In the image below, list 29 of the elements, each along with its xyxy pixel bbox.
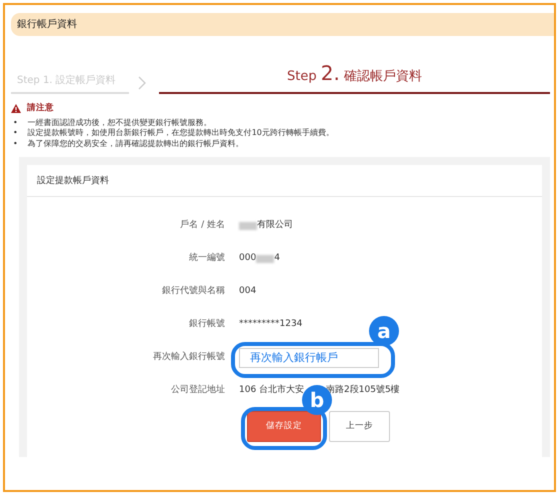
redaction: [256, 254, 274, 263]
card-title: 設定提款帳戶資料: [27, 164, 542, 198]
back-button[interactable]: 上一步: [329, 411, 390, 442]
page-title: 銀行帳戶資料: [11, 13, 554, 36]
field-label: 銀行代號與名稱: [161, 285, 226, 298]
redaction: [239, 222, 257, 230]
bullet: •: [13, 128, 18, 139]
save-button[interactable]: 儲存設定: [247, 411, 321, 442]
field-value: *********1234: [239, 318, 302, 332]
field-value: 有限公司: [257, 219, 293, 232]
field-value: 004: [239, 285, 256, 298]
warning-icon: [11, 104, 21, 113]
field-label: 公司登記地址: [170, 384, 226, 398]
field-label: 再次輸入銀行帳號: [152, 351, 226, 364]
field-value: 000: [239, 252, 256, 266]
notice-item: 一經書面認證成功後，恕不提供變更銀行帳號服務。: [28, 118, 212, 128]
chevron-icon: [137, 76, 147, 90]
bullet: •: [13, 138, 18, 149]
field-label: 銀行帳號: [188, 318, 226, 332]
step-tab[interactable]: Step 2. 確認帳戶資料: [159, 58, 550, 94]
field-value: 4: [274, 252, 280, 266]
field-value: 106 台北市大安: [239, 384, 304, 398]
bullet: •: [13, 118, 18, 128]
input-field[interactable]: 再次輸入銀行帳戶: [239, 348, 379, 368]
notice-item: 為了保障您的交易安全，請再確認提款轉出的銀行帳戶資料。: [28, 138, 244, 149]
notice-item: 設定提款帳號時，如使用台新銀行帳戶，在您提款轉出時免支付10元跨行轉帳手續費。: [28, 128, 334, 139]
field-label: 戶名 / 姓名: [179, 219, 226, 232]
notice-title: 請注意: [27, 102, 54, 115]
field-label: 統一編號: [188, 252, 226, 266]
